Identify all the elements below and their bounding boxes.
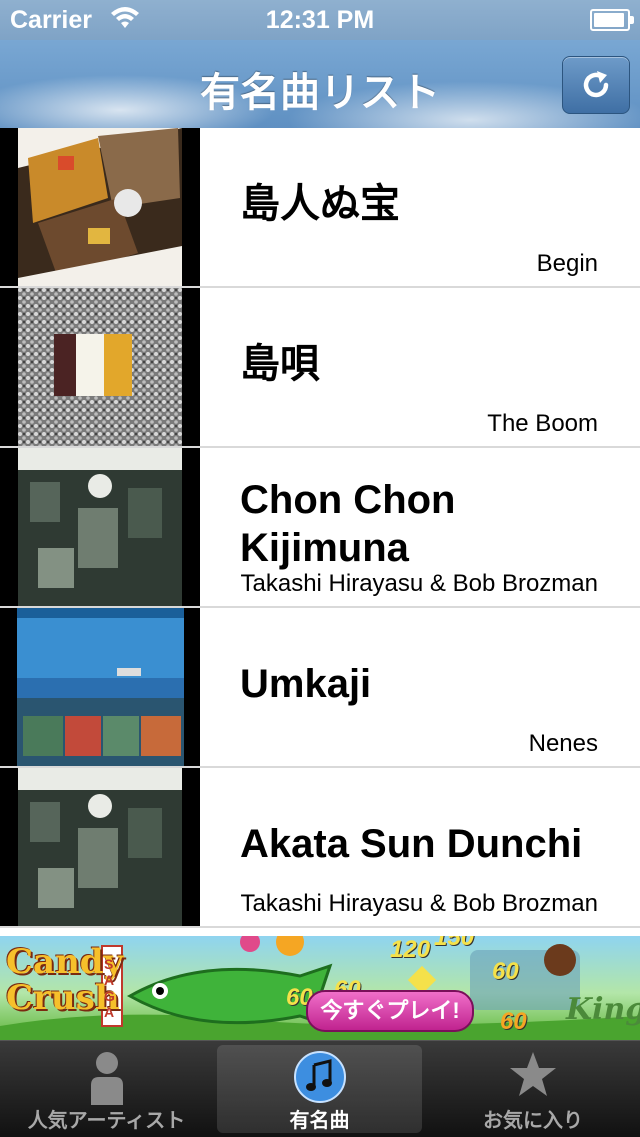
- battery-icon: [590, 9, 634, 31]
- refresh-button[interactable]: [562, 56, 630, 114]
- tab-popular-artists[interactable]: 人気アーティスト: [0, 1041, 213, 1137]
- song-title: 島唄: [240, 342, 320, 386]
- clock: 12:31 PM: [265, 6, 375, 34]
- album-art: [0, 608, 200, 766]
- person-icon: [87, 1049, 127, 1111]
- ad-brand-line2: Crush: [6, 978, 120, 1018]
- song-row[interactable]: 島唄 The Boom: [0, 288, 640, 448]
- artist-name: Takashi Hirayasu & Bob Brozman: [240, 890, 599, 917]
- artist-name: Begin: [536, 250, 598, 277]
- song-title: 島人ぬ宝: [240, 182, 400, 226]
- ad-score: 60: [500, 1008, 527, 1035]
- ad-brand-line1: Candy: [6, 942, 124, 982]
- song-row[interactable]: Umkaji Nenes: [0, 608, 640, 768]
- artist-name: Nenes: [528, 730, 598, 757]
- tab-label: 人気アーティスト: [27, 1110, 186, 1132]
- song-row[interactable]: 島人ぬ宝 Begin: [0, 128, 640, 288]
- king-logo: King: [566, 992, 640, 1027]
- song-title: Chon Chon Kijimuna: [240, 478, 456, 570]
- ad-banner[interactable]: Candy Crush SAGA 60 60 120 150 60 60 今すぐ…: [0, 936, 640, 1040]
- tab-bar: 人気アーティスト 有名曲 お気に入り: [0, 1040, 640, 1137]
- song-title: Akata Sun Dunchi: [240, 822, 583, 866]
- page-title: 有名曲リスト: [200, 71, 440, 115]
- album-art: [0, 128, 200, 286]
- album-art: [0, 288, 200, 446]
- candy-crush-logo: Candy Crush: [6, 942, 124, 1018]
- album-art: [0, 448, 200, 606]
- ad-score: 120: [390, 936, 431, 963]
- status-bar: Carrier 12:31 PM: [0, 0, 640, 40]
- ad-score: 150: [434, 936, 475, 951]
- ad-score: 60: [492, 958, 519, 985]
- song-row[interactable]: Chon Chon Kijimuna Takashi Hirayasu & Bo…: [0, 448, 640, 608]
- song-title: Umkaji: [240, 662, 372, 706]
- music-note-icon: [292, 1049, 348, 1111]
- song-row[interactable]: Akata Sun Dunchi Takashi Hirayasu & Bob …: [0, 768, 640, 928]
- refresh-icon: [583, 71, 609, 98]
- star-icon: [507, 1049, 559, 1107]
- play-now-button[interactable]: 今すぐプレイ!: [306, 990, 474, 1032]
- artist-name: Takashi Hirayasu & Bob Brozman: [240, 570, 599, 597]
- tab-famous-songs[interactable]: 有名曲: [213, 1041, 426, 1137]
- navigation-bar: 有名曲リスト: [0, 40, 640, 129]
- saga-label: SAGA: [104, 956, 115, 1020]
- tab-label: 有名曲: [289, 1110, 350, 1132]
- artist-name: The Boom: [487, 410, 598, 437]
- song-list: 島人ぬ宝 Begin 島唄 The Boom Chon Chon Kijimun…: [0, 128, 640, 936]
- tab-favorites[interactable]: お気に入り: [426, 1041, 640, 1137]
- album-art: [0, 768, 200, 926]
- tab-label: お気に入り: [483, 1110, 583, 1132]
